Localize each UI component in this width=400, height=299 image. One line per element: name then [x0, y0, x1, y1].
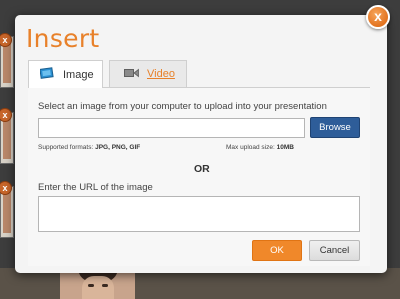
close-button[interactable]: x [366, 5, 390, 29]
tab-image[interactable]: Image [28, 60, 103, 88]
browse-button[interactable]: Browse [310, 117, 360, 138]
max-upload-size: Max upload size: 10MB [226, 144, 294, 151]
url-label: Enter the URL of the image [38, 182, 153, 193]
max-upload-size-label: Max upload size: [226, 144, 275, 151]
cancel-button[interactable]: Cancel [309, 240, 360, 261]
dialog-title: Insert [26, 24, 100, 53]
video-camera-icon [124, 68, 139, 81]
tab-image-label: Image [63, 68, 94, 81]
supported-formats-value: JPG, PNG, GIF [95, 144, 141, 151]
max-upload-size-value: 10MB [276, 144, 294, 151]
file-path-input[interactable] [38, 118, 305, 138]
tab-video-label: Video [147, 68, 175, 80]
or-separator: OR [194, 163, 210, 175]
image-icon [39, 67, 55, 82]
tab-video[interactable]: Video [109, 60, 187, 87]
supported-formats-label: Supported formats: [38, 144, 94, 151]
ok-button[interactable]: OK [252, 240, 302, 261]
upload-instruction: Select an image from your computer to up… [38, 101, 327, 112]
supported-formats: Supported formats: JPG, PNG, GIF [38, 144, 140, 151]
image-url-input[interactable] [38, 196, 360, 232]
